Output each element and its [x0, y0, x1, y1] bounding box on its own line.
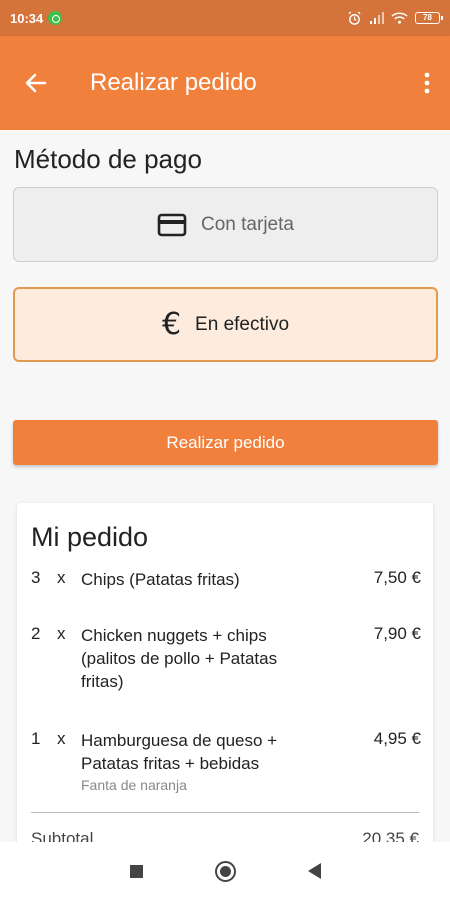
item-name: Chips (Patatas fritas) — [81, 570, 240, 589]
item-quantity: 2 — [31, 624, 41, 643]
pay-with-card-label: Con tarjeta — [201, 213, 294, 235]
app-bar: Realizar pedido — [0, 36, 450, 130]
payment-method-heading: Método de pago — [14, 144, 202, 174]
divider — [31, 812, 419, 813]
subtotal-row: Subtotal 20,35 € — [31, 829, 419, 842]
order-summary-card: Mi pedido 3 x Chips (Patatas fritas) 7,5… — [17, 503, 433, 842]
item-name-block: Hamburguesa de queso + Patatas fritas + … — [81, 729, 321, 795]
recents-button[interactable] — [129, 864, 143, 878]
page-title: Realizar pedido — [90, 69, 257, 96]
arrow-back-icon — [25, 73, 47, 93]
euro-icon: € — [161, 307, 182, 342]
battery-icon: 78 — [415, 12, 443, 24]
system-nav-bar — [0, 842, 450, 900]
pay-with-card-option[interactable]: Con tarjeta — [13, 187, 438, 262]
item-name: Chicken nuggets + chips (palitos de poll… — [81, 626, 278, 691]
pay-cash-label: En efectivo — [195, 313, 290, 335]
subtotal-label: Subtotal — [31, 829, 94, 842]
wifi-icon — [391, 12, 408, 24]
item-note: Fanta de naranja — [81, 777, 187, 793]
signal-icon — [370, 12, 384, 24]
order-summary-title: Mi pedido — [31, 522, 149, 552]
whatsapp-notification-icon — [48, 11, 63, 25]
place-order-button[interactable]: Realizar pedido — [13, 420, 438, 465]
subtotal-value: 20,35 € — [362, 829, 419, 842]
credit-card-icon — [157, 213, 187, 236]
status-time: 10:34 — [10, 10, 44, 26]
overflow-menu-button[interactable] — [404, 36, 450, 130]
item-price: 7,50 € — [373, 568, 421, 587]
item-price: 7,90 € — [373, 624, 421, 643]
alarm-icon — [348, 10, 361, 25]
system-back-button[interactable] — [307, 863, 321, 879]
content: Método de pago Con tarjeta € En efectivo… — [0, 130, 450, 842]
status-icons: 78 — [347, 10, 443, 26]
status-bar: 10:34 78 — [0, 0, 450, 36]
back-button[interactable] — [0, 36, 72, 130]
more-vert-icon — [424, 72, 430, 94]
item-quantity: 3 — [31, 568, 41, 587]
item-name: Hamburguesa de queso + Patatas fritas + … — [81, 731, 278, 773]
item-price: 4,95 € — [373, 729, 421, 748]
item-times-sign: x — [57, 624, 66, 643]
item-times-sign: x — [57, 729, 66, 748]
item-times-sign: x — [57, 568, 66, 587]
item-quantity: 1 — [31, 729, 41, 748]
pay-cash-option[interactable]: € En efectivo — [13, 287, 438, 362]
home-button[interactable] — [214, 860, 236, 882]
